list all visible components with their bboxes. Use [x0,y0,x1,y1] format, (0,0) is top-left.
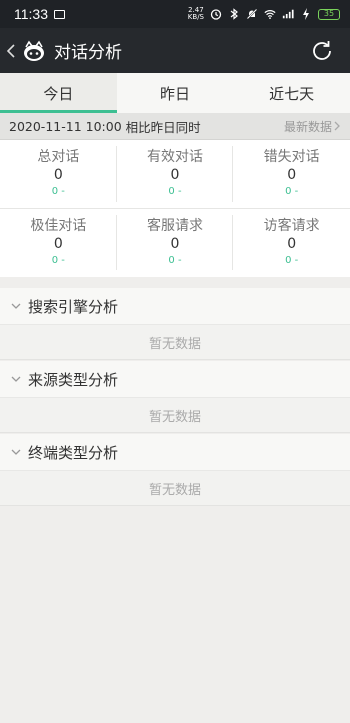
net-speed-unit: KB/S [187,13,204,21]
stat-value: 0 [170,167,180,183]
stat-label: 总对话 [37,149,80,165]
chevron-down-icon [10,301,22,311]
compare-datetime: 2020-11-11 10:00 [9,118,122,134]
chevron-down-icon [10,374,22,384]
latest-data-label: 最新数据 [283,119,332,134]
back-button[interactable] [2,28,20,73]
stat-delta: 0 - [51,254,65,266]
status-icons: 2.47 KB/S 35 [188,7,340,21]
compare-bar: 2020-11-11 10:00 相比昨日同时 最新数据 [0,113,350,140]
stat-label: 客服请求 [147,217,203,234]
bluetooth-icon [228,8,240,20]
battery-indicator: 35 [318,8,340,20]
stat-label: 有效对话 [147,149,203,165]
refresh-button[interactable] [308,37,336,65]
page-title: 对话分析 [54,43,122,63]
section-title: 来源类型分析 [28,370,119,389]
tab-today[interactable]: 今日 [0,73,117,113]
stat-valid-conversations: 有效对话 0 0 - [117,140,234,208]
charging-icon [300,8,312,20]
period-tabs: 今日 昨日 近七天 [0,73,350,113]
compare-text: 相比昨日同时 [125,119,201,135]
section-title: 终端类型分析 [28,443,119,462]
robot-icon [20,37,48,65]
net-speed: 2.47 KB/S [188,7,204,21]
stat-label: 访客请求 [263,217,320,234]
app-header: 对话分析 [0,28,350,73]
stat-value: 0 [53,167,63,183]
stat-missed-conversations: 错失对话 0 0 - [233,140,350,208]
stat-delta: 0 - [285,254,299,266]
stat-value: 0 [287,167,297,183]
stat-value: 0 [287,235,297,252]
message-icon [54,9,65,19]
chevron-down-icon [10,447,22,457]
stat-delta: 0 - [168,254,182,266]
signal-icon [282,8,294,20]
stats-row: 极佳对话 0 0 - 客服请求 0 0 - 访客请求 0 0 - [0,208,350,276]
wifi-icon [264,8,276,20]
stats-grid: 总对话 0 0 - 有效对话 0 0 - 错失对话 0 0 - 极佳对话 0 0… [0,140,350,277]
status-time: 11:33 [14,6,48,22]
chevron-right-icon [334,121,340,131]
status-bar: 11:33 2.47 KB/S 35 [0,0,350,28]
section-search-engine-header[interactable]: 搜索引擎分析 [0,288,350,324]
latest-data-link[interactable]: 最新数据 [284,118,341,135]
stats-row: 总对话 0 0 - 有效对话 0 0 - 错失对话 0 0 - [0,140,350,208]
stat-total-conversations: 总对话 0 0 - [0,140,117,208]
section-source-type-empty: 暂无数据 [0,397,350,433]
stat-agent-requests: 客服请求 0 0 - [117,209,234,276]
stat-label: 极佳对话 [30,217,87,234]
stat-delta: 0 - [168,186,182,197]
section-source-type-header[interactable]: 来源类型分析 [0,361,350,397]
refresh-icon [313,40,331,60]
alarm-icon [210,8,222,20]
section-terminal-type-empty: 暂无数据 [0,470,350,506]
section-search-engine-empty: 暂无数据 [0,324,350,360]
stat-excellent-conversations: 极佳对话 0 0 - [0,209,117,276]
stat-delta: 0 - [51,186,65,197]
stat-value: 0 [53,235,63,252]
stat-label: 错失对话 [263,149,320,165]
tab-yesterday[interactable]: 昨日 [117,73,234,113]
tab-last-seven-days[interactable]: 近七天 [233,73,350,113]
chevron-left-icon [7,43,15,58]
stat-delta: 0 - [285,186,299,197]
section-title: 搜索引擎分析 [28,297,119,316]
stat-value: 0 [170,235,180,252]
section-terminal-type-header[interactable]: 终端类型分析 [0,434,350,470]
mute-icon [246,8,258,20]
stat-visitor-requests: 访客请求 0 0 - [233,209,350,276]
